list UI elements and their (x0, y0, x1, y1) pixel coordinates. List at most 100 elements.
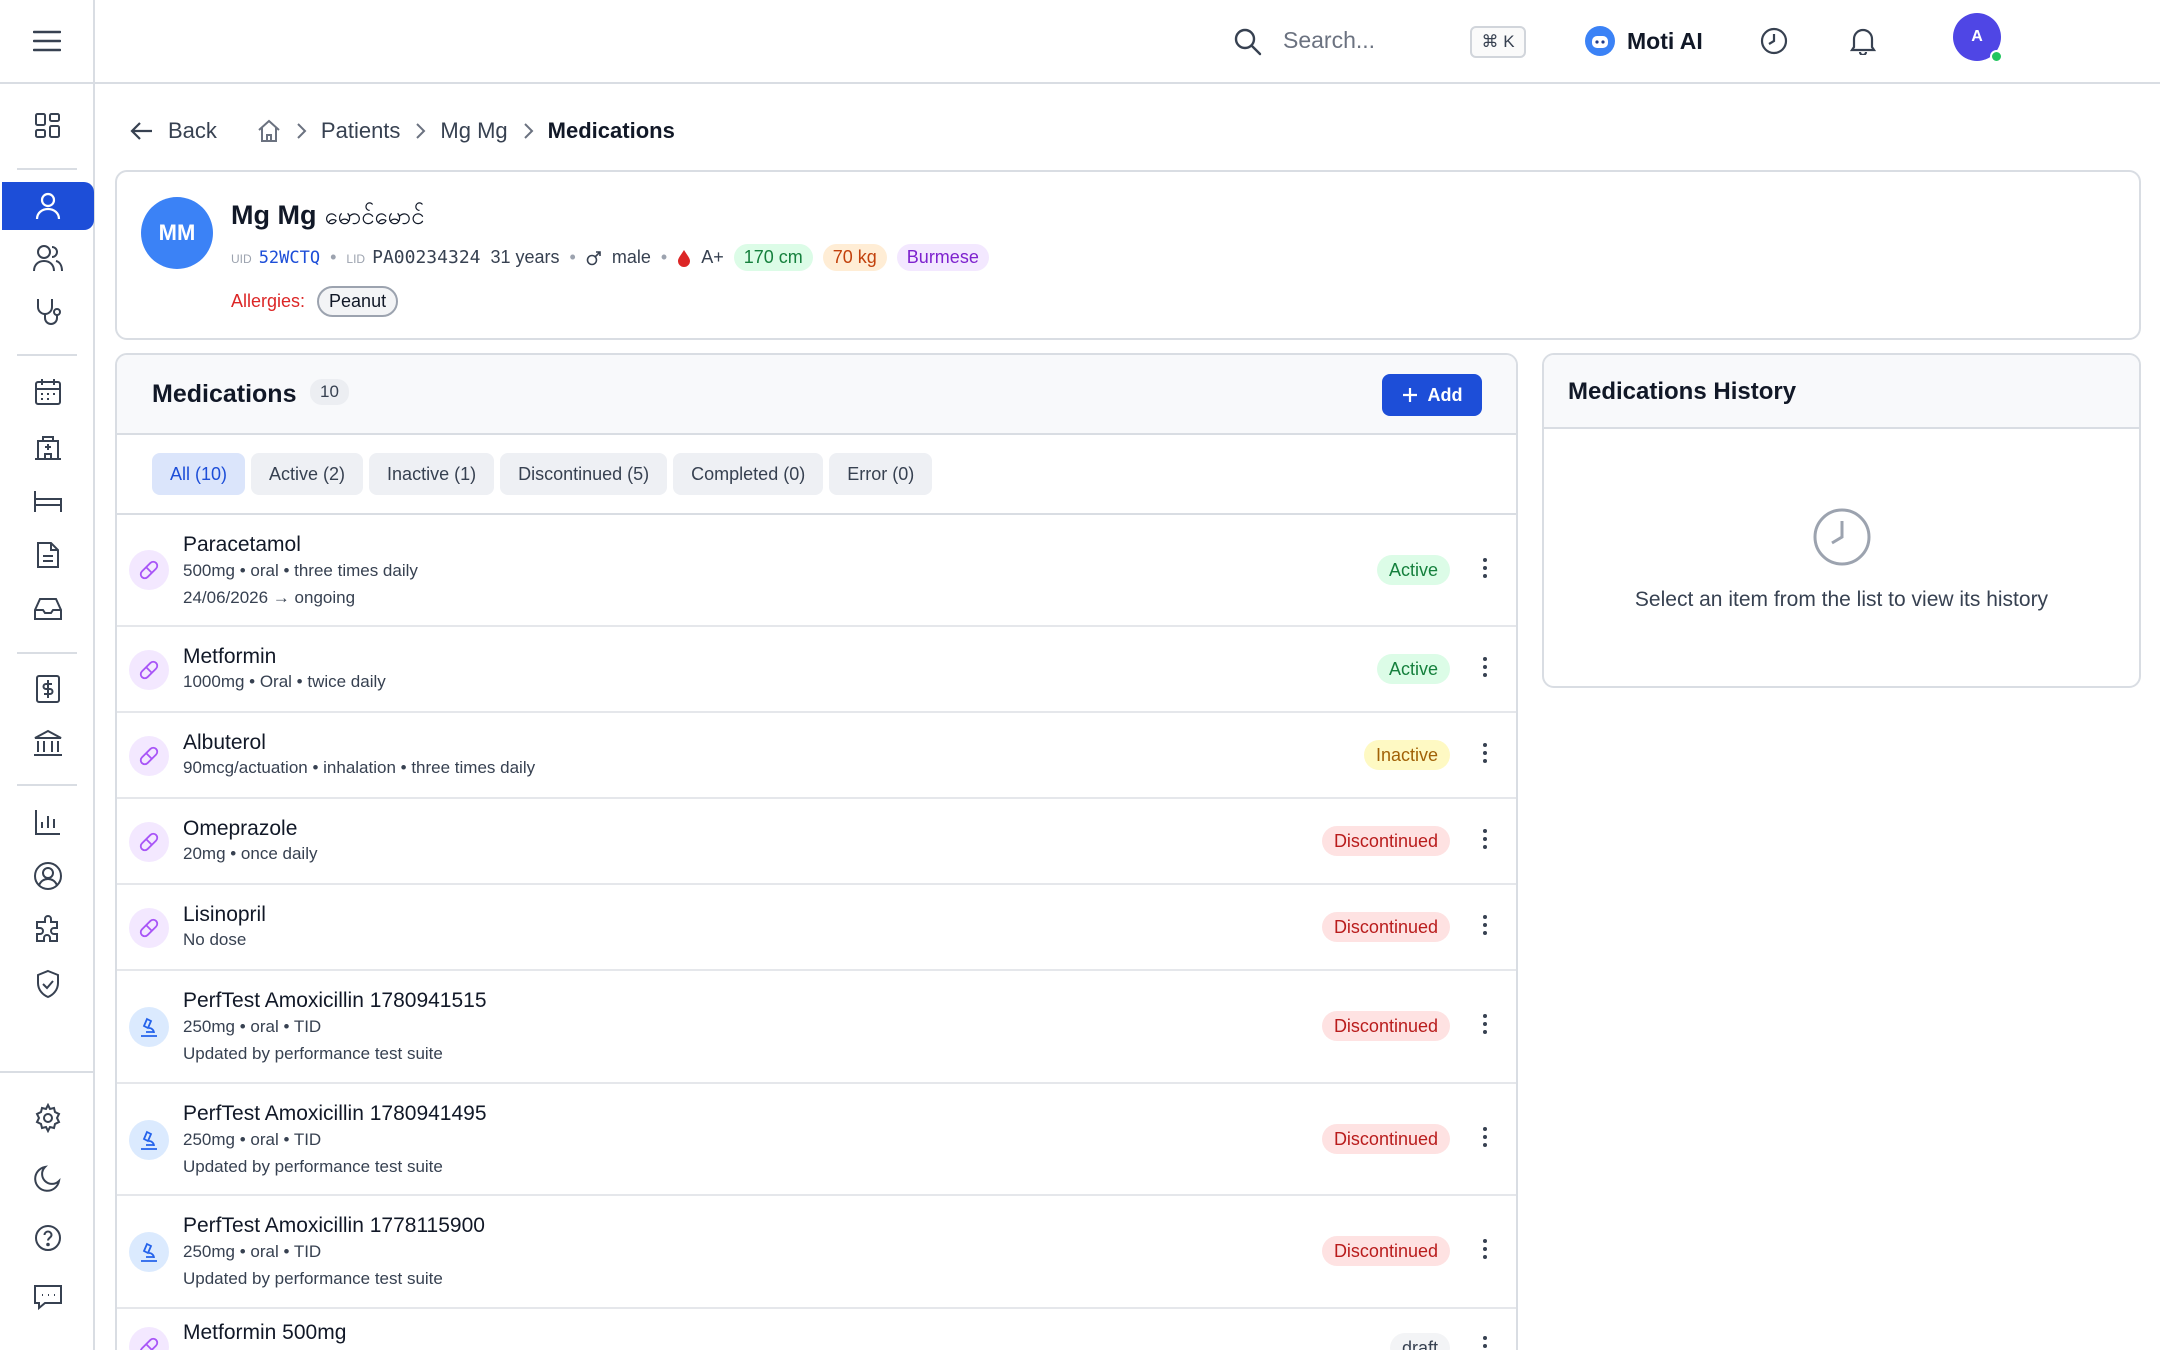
sidebar-item-finance[interactable] (0, 719, 95, 767)
more-vertical-icon[interactable] (1482, 656, 1488, 678)
sidebar-item-help[interactable] (0, 1214, 95, 1262)
sidebar-item-facility[interactable] (0, 423, 95, 471)
chevron-right-icon (414, 122, 426, 140)
more-vertical-icon[interactable] (1482, 557, 1488, 579)
sidebar-item-profile[interactable] (0, 852, 95, 900)
moon-icon (33, 1165, 61, 1192)
patient-blood-type: A+ (701, 247, 724, 267)
patient-meta: UID 52WCTQ • LID PA00234324 31 years • m… (231, 244, 989, 271)
sidebar-item-theme[interactable] (0, 1154, 95, 1202)
filter-completed[interactable]: Completed (0) (673, 453, 824, 495)
more-vertical-icon[interactable] (1482, 828, 1488, 850)
medications-header: Medications 10 Add (117, 355, 1516, 435)
puzzle-icon (35, 915, 58, 942)
bed-icon (33, 491, 62, 512)
back-button[interactable]: Back (130, 118, 217, 144)
medication-row[interactable]: Paracetamol 500mg • oral • three times d… (117, 515, 1516, 627)
back-label: Back (168, 118, 217, 143)
calendar-icon (34, 379, 61, 405)
user-icon (35, 192, 61, 220)
sidebar-header (0, 0, 93, 84)
bank-icon (33, 729, 62, 756)
clock-icon[interactable] (1760, 27, 1788, 55)
sidebar-item-clinical[interactable] (0, 288, 95, 336)
moti-ai-button[interactable]: Moti AI (1585, 26, 1703, 56)
medication-detail: 250mg • oral • TID (183, 1130, 322, 1149)
weight-badge: 70 kg (822, 244, 887, 271)
chat-icon (33, 1285, 62, 1311)
sidebar-item-plugins[interactable] (0, 906, 95, 954)
medication-name: Paracetamol (183, 533, 301, 556)
medication-row[interactable]: PerfTest Amoxicillin 1780941515 250mg • … (117, 971, 1516, 1084)
medication-row[interactable]: Metformin 1000mg • Oral • twice daily Ac… (117, 627, 1516, 713)
filter-inactive[interactable]: Inactive (1) (369, 453, 495, 495)
menu-icon[interactable] (32, 30, 61, 52)
sidebar-item-documents[interactable] (0, 531, 95, 579)
microscope-icon (129, 1007, 169, 1047)
medications-title: Medications (152, 380, 297, 408)
allergies-label: Allergies: (231, 291, 306, 311)
sidebar-item-inbox[interactable] (0, 585, 95, 633)
pill-icon (129, 650, 169, 690)
sidebar-item-patients[interactable] (0, 234, 95, 282)
patient-age: 31 years (490, 247, 560, 267)
medication-row[interactable]: Lisinopril No dose Discontinued (117, 885, 1516, 971)
medication-detail: 1000mg • Oral • twice daily (183, 672, 386, 691)
medication-row[interactable]: Omeprazole 20mg • once daily Discontinue… (117, 799, 1516, 885)
filter-discontinued[interactable]: Discontinued (5) (500, 453, 668, 495)
breadcrumb-patients[interactable]: Patients (321, 118, 401, 144)
more-vertical-icon[interactable] (1482, 1335, 1488, 1350)
status-badge: Discontinued (1321, 1236, 1450, 1266)
sidebar-item-beds[interactable] (0, 477, 95, 525)
add-medication-button[interactable]: Add (1382, 374, 1482, 416)
sidebar-item-feedback[interactable] (0, 1273, 95, 1321)
pill-icon (129, 550, 169, 590)
sidebar-item-dashboard[interactable] (0, 102, 95, 150)
sidebar-item-settings[interactable] (0, 1094, 95, 1142)
more-vertical-icon[interactable] (1482, 914, 1488, 936)
patient-card: MM Mg Mg မောင်မောင် UID 52WCTQ • LID PA00… (115, 170, 2141, 340)
allergies: Allergies: Peanut (231, 286, 399, 317)
breadcrumb-patient[interactable]: Mg Mg (440, 118, 507, 144)
filter-error[interactable]: Error (0) (829, 453, 933, 495)
height-badge: 170 cm (733, 244, 813, 271)
home-icon[interactable] (257, 119, 281, 143)
filter-active[interactable]: Active (2) (251, 453, 364, 495)
patient-name-alt: မောင်မောင် (324, 203, 425, 230)
separator: • (660, 247, 668, 267)
search-input[interactable]: Search... (1283, 27, 1375, 54)
filter-all[interactable]: All (10) (152, 453, 246, 495)
sidebar-item-security[interactable] (0, 960, 95, 1008)
medication-note: Updated by performance test suite (183, 1044, 443, 1063)
medication-detail: 500mg • oral • three times daily (183, 561, 418, 580)
status-badge: Inactive (1363, 740, 1450, 770)
search-icon[interactable] (1233, 27, 1263, 57)
more-vertical-icon[interactable] (1482, 1126, 1488, 1148)
medication-row[interactable]: Albuterol 90mcg/actuation • inhalation •… (117, 713, 1516, 799)
gear-icon (35, 1103, 60, 1133)
bell-icon[interactable] (1850, 27, 1876, 55)
search-shortcut: ⌘ K (1470, 26, 1526, 58)
inbox-icon (33, 598, 62, 620)
more-vertical-icon[interactable] (1482, 742, 1488, 764)
grid-icon (34, 113, 60, 138)
more-vertical-icon[interactable] (1482, 1013, 1488, 1035)
patient-uid[interactable]: 52WCTQ (259, 248, 320, 268)
medication-name: PerfTest Amoxicillin 1778115900 (183, 1214, 485, 1237)
sidebar-item-calendar[interactable] (0, 368, 95, 416)
sidebar-divider (17, 354, 77, 356)
breadcrumb-current: Medications (547, 118, 675, 143)
medication-row[interactable]: PerfTest Amoxicillin 1780941495 250mg • … (117, 1084, 1516, 1196)
medication-row[interactable]: Metformin 500mg draft (117, 1309, 1516, 1350)
chevron-right-icon (522, 122, 534, 140)
sidebar-item-reports[interactable] (0, 798, 95, 846)
patient-sex: male (611, 247, 651, 267)
sidebar-item-patient[interactable] (2, 182, 94, 230)
sidebar-item-billing[interactable] (0, 665, 95, 713)
medication-row[interactable]: PerfTest Amoxicillin 1778115900 250mg • … (117, 1196, 1516, 1309)
status-badge: Active (1376, 555, 1450, 585)
status-badge: Active (1376, 654, 1450, 684)
medication-detail: 20mg • once daily (183, 844, 318, 863)
add-label: Add (1427, 384, 1463, 405)
more-vertical-icon[interactable] (1482, 1238, 1488, 1260)
